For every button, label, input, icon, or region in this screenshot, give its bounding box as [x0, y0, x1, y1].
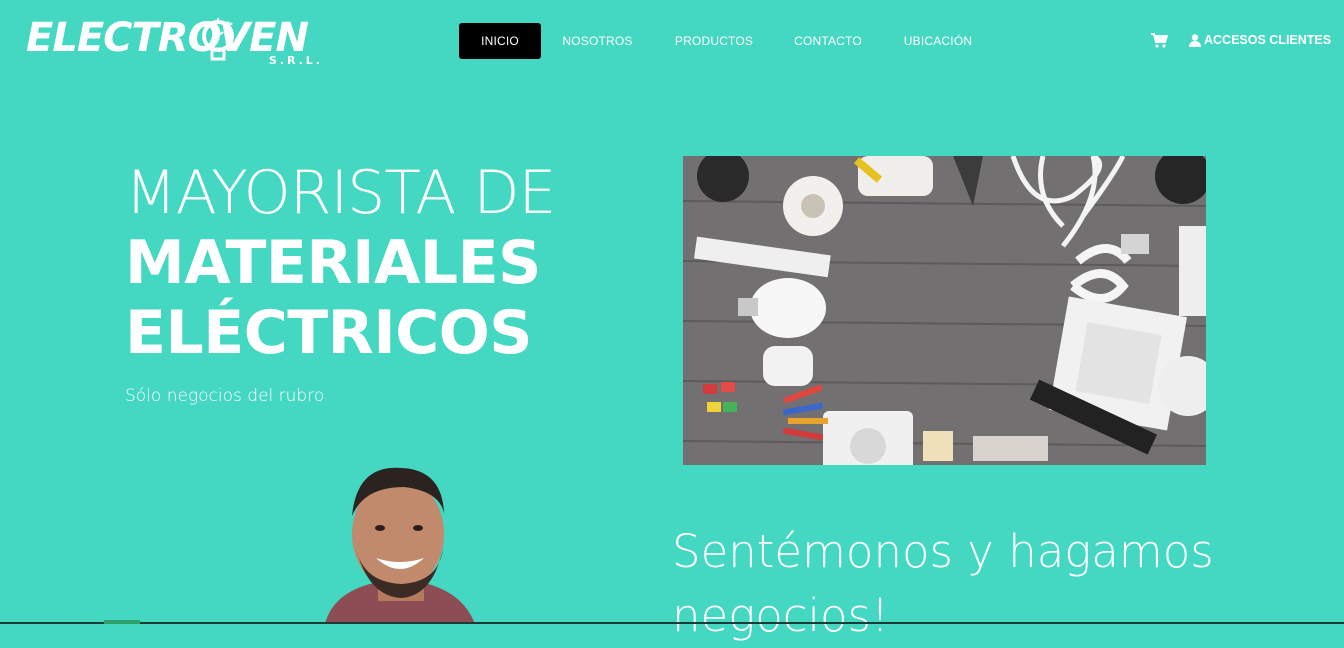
brand-name: ELECTROVEN [26, 15, 309, 61]
hero-title-line2: MATERIALES [125, 228, 541, 298]
nav-ubicacion[interactable]: UBICACIÓN [882, 23, 994, 59]
tagline: Sentémonos y hagamos negocios! [672, 520, 1214, 648]
nav-nosotros[interactable]: NOSOTROS [541, 23, 654, 59]
nav-contacto[interactable]: CONTACTO [774, 23, 882, 59]
bottom-indicator [104, 620, 140, 624]
brand-suffix: S.R.L. [268, 54, 323, 67]
nav-inicio[interactable]: INICIO [459, 23, 541, 59]
main-nav: INICIO NOSOTROS PRODUCTOS CONTACTO UBICA… [459, 23, 994, 59]
clients-access-link[interactable]: ACCESOS CLIENTES [1189, 33, 1331, 47]
nav-productos[interactable]: PRODUCTOS [654, 23, 774, 59]
tagline-line1: Sentémonos y hagamos [672, 525, 1214, 578]
electrical-materials-photo [683, 156, 1206, 465]
hero-title-line1: MAYORISTA DE [125, 158, 556, 228]
hero-subtitle: Sólo negocios del rubro [125, 386, 325, 406]
tagline-line2: negocios! [672, 589, 890, 642]
shopping-cart-icon[interactable] [1150, 33, 1168, 49]
hero-title-line3: ELÉCTRICOS [125, 298, 532, 368]
user-icon [1189, 33, 1201, 47]
smiling-man-photo [325, 467, 475, 624]
clients-access-label: ACCESOS CLIENTES [1204, 33, 1332, 47]
lightbulb-icon [202, 18, 234, 61]
hero-title: MAYORISTA DE MATERIALES ELÉCTRICOS [125, 158, 556, 368]
brand-logo[interactable]: ELECTROVEN S.R.L. [26, 14, 331, 72]
